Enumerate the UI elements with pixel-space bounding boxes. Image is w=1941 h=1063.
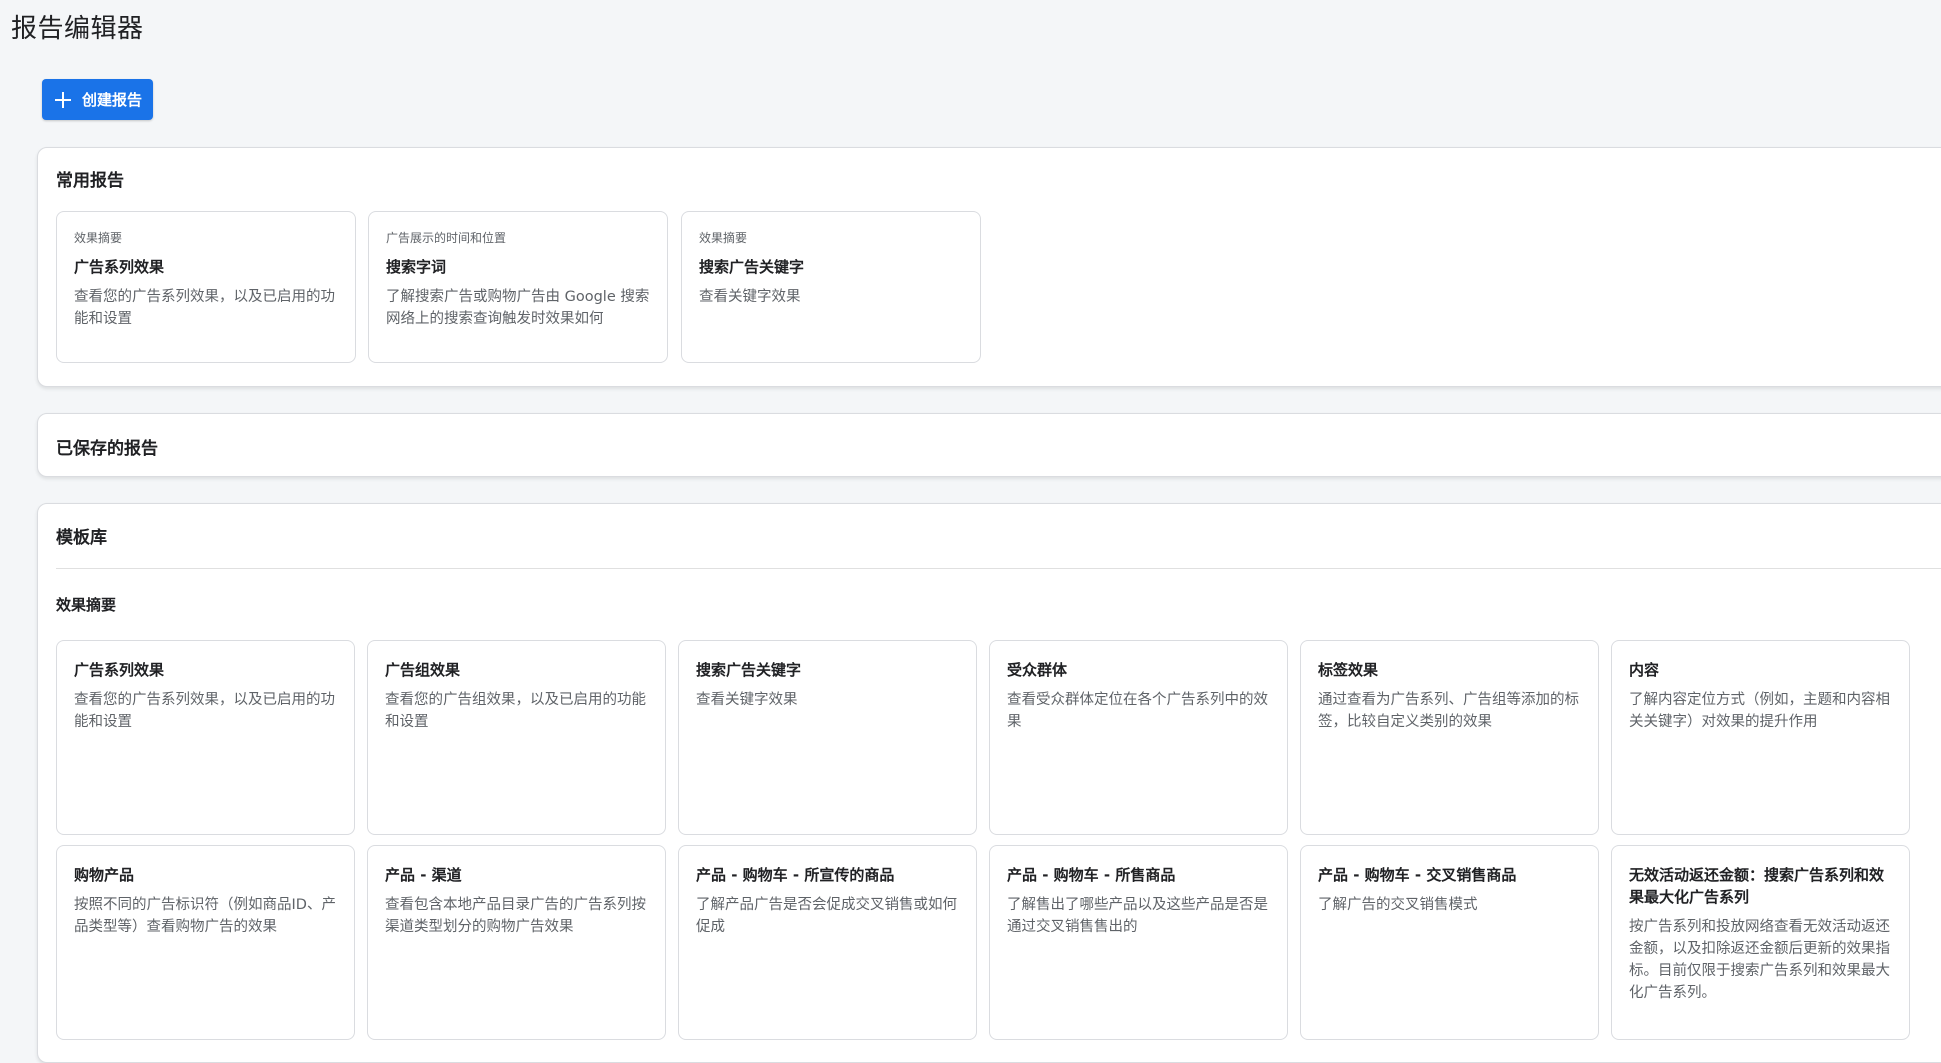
card-title: 产品 - 购物车 - 所售商品 <box>1007 866 1176 884</box>
card-description: 查看受众群体定位在各个广告系列中的效果 <box>1007 692 1268 730</box>
template-card[interactable]: 搜索广告关键字 查看关键字效果 <box>678 640 977 835</box>
card-title: 无效活动返还金额：搜索广告系列和效果最大化广告系列 <box>1629 866 1885 906</box>
template-card[interactable]: 标签效果 通过查看为广告系列、广告组等添加的标签，比较自定义类别的效果 <box>1300 640 1599 835</box>
card-description: 查看包含本地产品目录广告的广告系列按渠道类型划分的购物广告效果 <box>385 897 646 935</box>
card-description: 按照不同的广告标识符（例如商品ID、产品类型等）查看购物广告的效果 <box>74 897 336 935</box>
common-report-card[interactable]: 效果摘要 搜索广告关键字 查看关键字效果 <box>681 211 981 363</box>
card-description: 了解产品广告是否会促成交叉销售或如何促成 <box>696 897 957 935</box>
card-title: 产品 - 购物车 - 交叉销售商品 <box>1318 866 1517 884</box>
template-card[interactable]: 内容 了解内容定位方式（例如，主题和内容相关关键字）对效果的提升作用 <box>1611 640 1910 835</box>
page-title: 报告编辑器 <box>11 14 144 44</box>
card-title: 广告系列效果 <box>74 661 165 679</box>
card-title: 搜索广告关键字 <box>699 258 805 276</box>
section-title: 效果摘要 <box>56 596 117 614</box>
card-title: 标签效果 <box>1318 661 1379 679</box>
card-description: 通过查看为广告系列、广告组等添加的标签，比较自定义类别的效果 <box>1318 692 1579 730</box>
card-overline: 效果摘要 <box>699 231 748 245</box>
card-title: 搜索字词 <box>386 258 447 276</box>
template-card[interactable]: 受众群体 查看受众群体定位在各个广告系列中的效果 <box>989 640 1288 835</box>
common-report-card[interactable]: 效果摘要 广告系列效果 查看您的广告系列效果，以及已启用的功能和设置 <box>56 211 356 363</box>
create-report-button[interactable]: 创建报告 <box>42 79 153 120</box>
create-report-label: 创建报告 <box>82 91 143 109</box>
template-card[interactable]: 产品 - 购物车 - 所宣传的商品 了解产品广告是否会促成交叉销售或如何促成 <box>678 845 977 1040</box>
card-title: 产品 - 购物车 - 所宣传的商品 <box>696 866 895 884</box>
card-overline: 效果摘要 <box>74 231 123 245</box>
card-title: 内容 <box>1629 661 1660 679</box>
common-reports-panel: 常用报告 效果摘要 广告系列效果 查看您的广告系列效果，以及已启用的功能和设置 … <box>37 147 1941 387</box>
template-card[interactable]: 产品 - 购物车 - 所售商品 了解售出了哪些产品以及这些产品是否是通过交叉销售… <box>989 845 1288 1040</box>
card-title: 产品 - 渠道 <box>385 866 462 884</box>
card-description: 了解内容定位方式（例如，主题和内容相关关键字）对效果的提升作用 <box>1629 692 1890 730</box>
card-description: 查看您的广告系列效果，以及已启用的功能和设置 <box>74 289 335 327</box>
card-description: 查看您的广告组效果，以及已启用的功能和设置 <box>385 692 646 730</box>
common-reports-title: 常用报告 <box>56 171 124 191</box>
card-title: 受众群体 <box>1007 661 1068 679</box>
template-card[interactable]: 广告组效果 查看您的广告组效果，以及已启用的功能和设置 <box>367 640 666 835</box>
card-description: 按广告系列和投放网络查看无效活动返还金额，以及扣除返还金额后更新的效果指标。目前… <box>1629 919 1890 1001</box>
template-card[interactable]: 产品 - 渠道 查看包含本地产品目录广告的广告系列按渠道类型划分的购物广告效果 <box>367 845 666 1040</box>
card-overline: 广告展示的时间和位置 <box>386 231 507 245</box>
template-card[interactable]: 广告系列效果 查看您的广告系列效果，以及已启用的功能和设置 <box>56 640 355 835</box>
common-report-card[interactable]: 广告展示的时间和位置 搜索字词 了解搜索广告或购物广告由 Google 搜索网络… <box>368 211 668 363</box>
template-library-title: 模板库 <box>56 528 107 548</box>
template-card[interactable]: 无效活动返还金额：搜索广告系列和效果最大化广告系列 按广告系列和投放网络查看无效… <box>1611 845 1910 1040</box>
card-description: 了解广告的交叉销售模式 <box>1318 897 1478 913</box>
card-title: 搜索广告关键字 <box>696 661 802 679</box>
template-card[interactable]: 购物产品 按照不同的广告标识符（例如商品ID、产品类型等）查看购物广告的效果 <box>56 845 355 1040</box>
card-description: 查看关键字效果 <box>696 692 798 708</box>
template-library-panel: 模板库 效果摘要 广告系列效果 查看您的广告系列效果，以及已启用的功能和设置 广… <box>37 503 1941 1063</box>
card-title: 广告组效果 <box>385 661 461 679</box>
plus-icon <box>54 91 72 109</box>
card-title: 广告系列效果 <box>74 258 165 276</box>
card-description: 查看关键字效果 <box>699 289 801 305</box>
saved-reports-title: 已保存的报告 <box>56 439 158 459</box>
saved-reports-panel[interactable]: 已保存的报告 <box>37 413 1941 477</box>
card-description: 了解售出了哪些产品以及这些产品是否是通过交叉销售售出的 <box>1007 897 1268 935</box>
template-card[interactable]: 产品 - 购物车 - 交叉销售商品 了解广告的交叉销售模式 <box>1300 845 1599 1040</box>
card-description: 查看您的广告系列效果，以及已启用的功能和设置 <box>74 692 335 730</box>
divider <box>56 568 1941 569</box>
card-title: 购物产品 <box>74 866 135 884</box>
card-description: 了解搜索广告或购物广告由 Google 搜索网络上的搜索查询触发时效果如何 <box>386 289 650 327</box>
